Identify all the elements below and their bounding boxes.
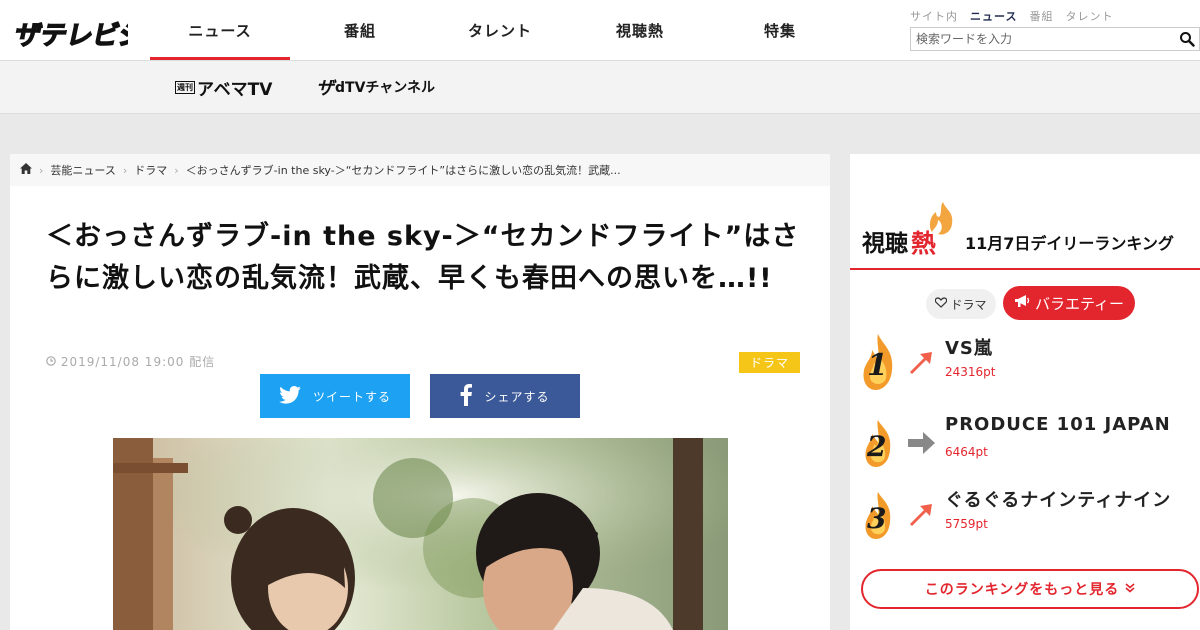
double-chevron-down-icon <box>1125 581 1135 597</box>
category-tag[interactable]: ドラマ <box>739 352 800 373</box>
tweet-button[interactable]: ツイートする <box>260 374 410 418</box>
heading-heat: 熱 <box>911 229 937 258</box>
tweet-label: ツイートする <box>312 389 391 404</box>
twitter-icon <box>279 385 301 407</box>
ranking-item[interactable]: 2 PRODUCE 101 JAPAN 6464pt <box>860 412 1200 472</box>
nav-viewing-heat[interactable]: 視聴熱 <box>570 0 710 60</box>
chevron-right-icon: › <box>174 163 179 177</box>
tab-drama-label: ドラマ <box>950 297 987 312</box>
article-photo <box>113 438 728 630</box>
dtv-channel-link[interactable]: ザ dTVチャンネル <box>316 75 435 99</box>
rank-number: 3 <box>867 502 887 535</box>
article-title: ＜おっさんずラブ-in the sky-＞“セカンドフライト”はさらに激しい恋の… <box>46 221 800 294</box>
site-logo[interactable]: ザテレビジョン <box>10 12 201 52</box>
search-input[interactable] <box>911 28 1171 50</box>
search-tab-talent[interactable]: タレント <box>1065 8 1113 24</box>
ranking-sidebar: 視聴 熱 11月7日デイリーランキング ドラマ バラエティー 1 VS嵐 243… <box>850 154 1200 630</box>
search-scope-tabs: サイト内 ニュース 番組 タレント <box>910 8 1113 24</box>
sub-nav: 週刊 アベマTV ザ dTVチャンネル <box>0 61 1200 114</box>
weekly-badge: 週刊 <box>175 80 195 94</box>
heading-viewing: 視聴 <box>862 231 908 257</box>
site-header: ザテレビジョン ニュース 番組 タレント 視聴熱 特集 サイト内 ニュース 番組… <box>0 0 1200 61</box>
nav-news[interactable]: ニュース <box>150 0 290 60</box>
search-box <box>910 27 1200 51</box>
ranking-heading: 視聴 熱 11月7日デイリーランキング <box>850 202 1200 270</box>
trend-flat-icon <box>906 428 936 458</box>
trend-up-icon <box>906 348 936 378</box>
publish-suffix: 配信 <box>189 355 216 369</box>
ranking-title: VS嵐 <box>945 338 993 359</box>
more-ranking-button[interactable]: このランキングをもっと見る <box>861 569 1199 609</box>
heading-date: 11月7日デイリーランキング <box>965 234 1174 253</box>
global-nav: ニュース 番組 タレント 視聴熱 特集 <box>150 0 850 60</box>
clock-icon <box>46 355 61 369</box>
more-ranking-label: このランキングをもっと見る <box>924 582 1120 598</box>
nav-features[interactable]: 特集 <box>710 0 850 60</box>
share-label: シェアする <box>484 389 550 404</box>
ranking-title: ぐるぐるナインティナイン <box>945 490 1172 511</box>
facebook-share-button[interactable]: シェアする <box>430 374 580 418</box>
article-card: › 芸能ニュース › ドラマ › ＜おっさんずラブ-in the sky-＞“セ… <box>10 154 830 630</box>
ranking-points: 5759pt <box>945 517 988 531</box>
tab-variety-label: バラエティー <box>1034 294 1125 313</box>
search-tab-programs[interactable]: 番組 <box>1029 8 1053 24</box>
dtv-channel-label: dTVチャンネル <box>335 80 435 96</box>
breadcrumb-current: ＜おっさんずラブ-in the sky-＞“セカンドフライト”はさらに激しい恋の… <box>185 164 621 177</box>
home-icon[interactable] <box>20 163 32 177</box>
rank-number: 1 <box>867 348 888 383</box>
publish-date: 2019/11/08 19:00 <box>60 355 185 369</box>
ranking-item[interactable]: 3 ぐるぐるナインティナイン 5759pt <box>860 484 1200 544</box>
search-tab-site[interactable]: サイト内 <box>910 8 958 24</box>
ranking-item[interactable]: 1 VS嵐 24316pt <box>860 332 1200 392</box>
chevron-right-icon: › <box>122 163 128 177</box>
logo-text: ザテレビジョン <box>12 21 128 51</box>
the-prefix: ザ <box>316 78 334 99</box>
tab-drama[interactable]: ドラマ <box>926 289 996 319</box>
facebook-icon <box>460 383 473 409</box>
search-icon[interactable] <box>1179 31 1195 47</box>
article-meta: 2019/11/08 19:00 配信 <box>46 353 215 370</box>
ranking-points: 24316pt <box>945 365 996 379</box>
breadcrumb: › 芸能ニュース › ドラマ › ＜おっさんずラブ-in the sky-＞“セ… <box>10 154 830 186</box>
search-tab-news[interactable]: ニュース <box>970 8 1017 24</box>
chevron-right-icon: › <box>39 163 44 177</box>
heart-icon <box>935 297 948 311</box>
tab-variety[interactable]: バラエティー <box>1003 286 1135 320</box>
nav-programs[interactable]: 番組 <box>290 0 430 60</box>
ranking-title: PRODUCE 101 JAPAN <box>945 414 1171 435</box>
megaphone-icon <box>1014 294 1030 312</box>
abema-tv-label: アベマTV <box>197 79 273 100</box>
abema-tv-link[interactable]: 週刊 アベマTV <box>175 75 273 100</box>
ranking-points: 6464pt <box>945 445 988 459</box>
breadcrumb-drama[interactable]: ドラマ <box>134 162 167 178</box>
trend-up-icon <box>906 500 936 530</box>
breadcrumb-entertainment-news[interactable]: 芸能ニュース <box>50 162 115 178</box>
nav-talent[interactable]: タレント <box>430 0 570 60</box>
rank-number: 2 <box>867 430 887 463</box>
